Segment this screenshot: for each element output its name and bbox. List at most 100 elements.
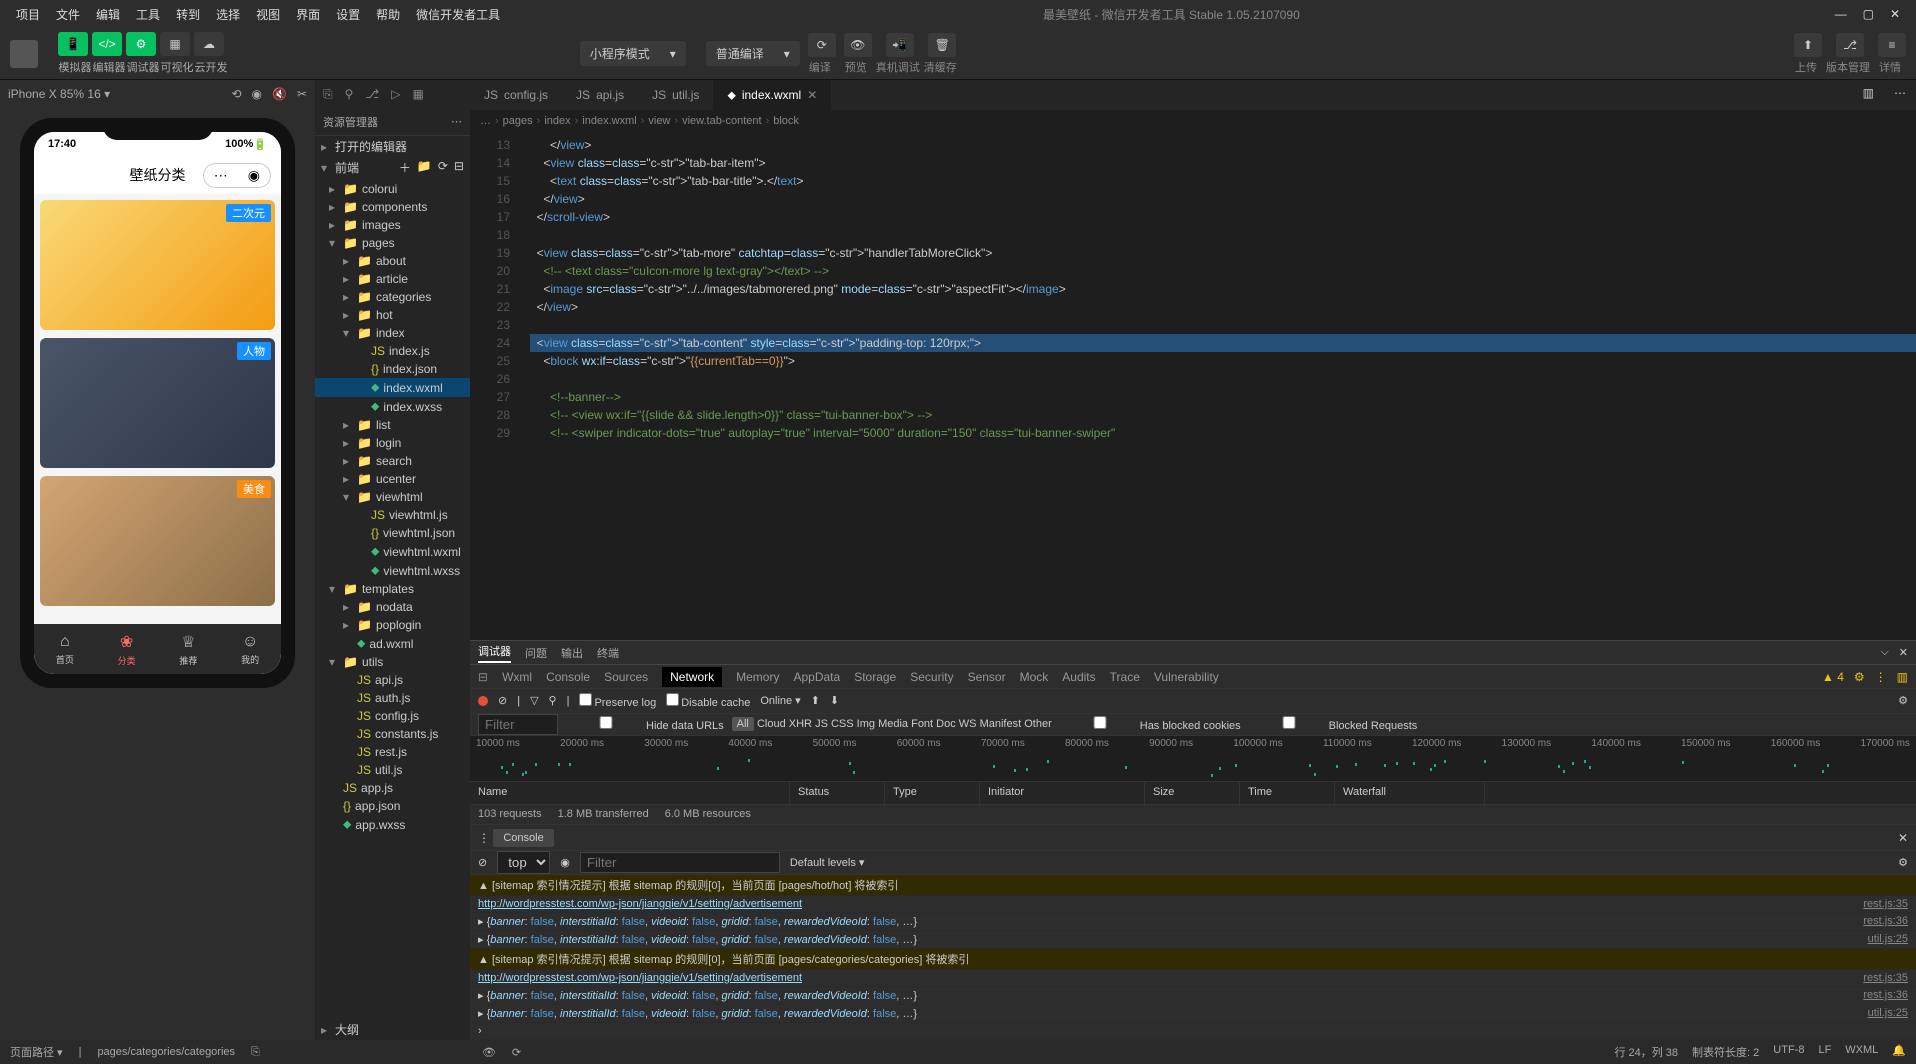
collapse-icon[interactable]: ⊟: [454, 159, 464, 176]
page-path-label[interactable]: 页面路径 ▾: [10, 1044, 63, 1060]
split-editor-icon[interactable]: ▥: [1853, 80, 1884, 110]
column-header[interactable]: Status: [790, 782, 885, 803]
breadcrumb-item[interactable]: …: [480, 115, 491, 127]
editor-tab[interactable]: JSapi.js: [562, 80, 638, 110]
tree-item[interactable]: ▸📁nodata: [315, 598, 470, 616]
tree-item[interactable]: ▾📁viewhtml: [315, 488, 470, 506]
devtools-panel-tab[interactable]: Audits: [1062, 670, 1095, 684]
tree-item[interactable]: ⬥index.wxml: [315, 378, 470, 397]
filter-type[interactable]: Img: [857, 718, 875, 730]
tree-item[interactable]: ▸📁hot: [315, 306, 470, 324]
new-folder-icon[interactable]: 📁: [417, 159, 432, 176]
breadcrumb-item[interactable]: view: [648, 115, 670, 127]
log-source[interactable]: rest.js:36: [1863, 989, 1908, 1002]
devtools-panel-tab[interactable]: Memory: [736, 670, 779, 684]
filter-type[interactable]: Media: [878, 718, 908, 730]
log-entry[interactable]: ▸ {banner: false, interstitialId: false,…: [470, 1005, 1916, 1023]
page-path[interactable]: pages/categories/categories: [97, 1046, 235, 1058]
tree-item[interactable]: JSauth.js: [315, 689, 470, 707]
devtools-tab[interactable]: 调试器: [478, 643, 511, 663]
eye-icon[interactable]: ◉: [560, 856, 570, 869]
network-timeline[interactable]: 10000 ms20000 ms30000 ms40000 ms50000 ms…: [470, 736, 1916, 782]
filter-type[interactable]: WS: [959, 718, 977, 730]
editor-tab[interactable]: JSconfig.js: [470, 80, 562, 110]
user-avatar[interactable]: [10, 40, 38, 68]
search-icon[interactable]: ⚲: [549, 694, 557, 707]
devtools-panel-tab[interactable]: Mock: [1020, 670, 1049, 684]
column-header[interactable]: Time: [1240, 782, 1335, 803]
remote-debug-button[interactable]: 📲: [886, 33, 914, 57]
preserve-log-checkbox[interactable]: Preserve log: [579, 693, 656, 709]
preview-icon[interactable]: 👁: [482, 1046, 496, 1059]
devtools-panel-tab[interactable]: Wxml: [502, 670, 532, 684]
close-icon[interactable]: ✕: [1890, 7, 1900, 21]
tree-item[interactable]: ▸📁search: [315, 452, 470, 470]
column-header[interactable]: Size: [1145, 782, 1240, 803]
language-mode[interactable]: WXML: [1845, 1044, 1878, 1060]
tree-item[interactable]: ⬥ad.wxml: [315, 634, 470, 653]
log-source[interactable]: util.js:25: [1868, 933, 1908, 946]
tabbar-item[interactable]: ❀分类: [96, 624, 158, 674]
tree-item[interactable]: ⬥index.wxss: [315, 397, 470, 416]
section-root[interactable]: ▾前端 ＋ 📁 ⟳ ⊟: [315, 157, 470, 178]
git-icon[interactable]: ⎇: [365, 87, 379, 101]
filter-input[interactable]: [478, 714, 558, 735]
breadcrumb-item[interactable]: pages: [503, 115, 533, 127]
more-icon[interactable]: ⋯: [451, 115, 462, 128]
devtools-tab[interactable]: 输出: [561, 645, 583, 661]
menu-item[interactable]: 界面: [288, 8, 328, 22]
wallpaper-card[interactable]: 二次元: [40, 200, 275, 330]
filter-type[interactable]: Font: [911, 718, 933, 730]
filter-type[interactable]: Doc: [936, 718, 956, 730]
breadcrumb-item[interactable]: index: [544, 115, 570, 127]
settings-icon[interactable]: ⚙: [1898, 694, 1908, 707]
tree-item[interactable]: JSviewhtml.js: [315, 506, 470, 524]
breadcrumb-item[interactable]: view.tab-content: [682, 115, 762, 127]
filter-type[interactable]: Manifest: [980, 718, 1022, 730]
tree-item[interactable]: ▸📁login: [315, 434, 470, 452]
tree-item[interactable]: JSconfig.js: [315, 707, 470, 725]
menu-item[interactable]: 视图: [248, 8, 288, 22]
tree-item[interactable]: JSindex.js: [315, 342, 470, 360]
throttle-select[interactable]: Online ▾: [760, 694, 800, 707]
filter-type[interactable]: XHR: [789, 718, 812, 730]
log-source[interactable]: util.js:25: [1868, 1007, 1908, 1020]
compile-select[interactable]: 普通编译▾: [706, 41, 800, 66]
tree-item[interactable]: ⬥viewhtml.wxss: [315, 561, 470, 580]
tree-item[interactable]: ⬥app.wxss: [315, 815, 470, 834]
debug-icon[interactable]: ▷: [391, 87, 400, 101]
tree-item[interactable]: JSconstants.js: [315, 725, 470, 743]
levels-select[interactable]: Default levels ▾: [790, 856, 865, 869]
devtools-tab[interactable]: 终端: [597, 645, 619, 661]
tree-item[interactable]: JSapi.js: [315, 671, 470, 689]
mode-select[interactable]: 小程序模式▾: [580, 41, 686, 66]
close-tab-icon[interactable]: ✕: [807, 88, 817, 102]
wallpaper-card[interactable]: 美食: [40, 476, 275, 606]
capsule-close-icon[interactable]: ◉: [238, 164, 270, 187]
extensions-icon[interactable]: ▦: [412, 87, 423, 101]
tree-item[interactable]: ▸📁categories: [315, 288, 470, 306]
devtools-panel-tab[interactable]: Console: [546, 670, 590, 684]
screenshot-icon[interactable]: ✂: [297, 87, 307, 101]
version-button[interactable]: ⎇: [1836, 33, 1864, 57]
tabbar-item[interactable]: ♕推荐: [158, 624, 220, 674]
tree-item[interactable]: ▸📁images: [315, 216, 470, 234]
log-source[interactable]: rest.js:35: [1863, 898, 1908, 910]
column-header[interactable]: Name: [470, 782, 790, 803]
copy-path-icon[interactable]: ⎘: [251, 1046, 260, 1059]
section-open-editors[interactable]: ▸打开的编辑器: [315, 136, 470, 157]
console-output[interactable]: ▲ [sitemap 索引情况提示] 根据 sitemap 的规则[0]，当前页…: [470, 875, 1916, 1040]
record-button[interactable]: [478, 696, 488, 706]
devtools-panel-tab[interactable]: Network: [662, 667, 722, 687]
log-entry[interactable]: ▸ {banner: false, interstitialId: false,…: [470, 913, 1916, 931]
filter-type[interactable]: JS: [815, 718, 828, 730]
tree-item[interactable]: ▾📁utils: [315, 653, 470, 671]
breadcrumb-item[interactable]: index.wxml: [582, 115, 636, 127]
upload-icon[interactable]: ⬆: [811, 694, 820, 707]
tree-item[interactable]: JSapp.js: [315, 779, 470, 797]
home-icon[interactable]: ◉: [252, 87, 262, 101]
tree-item[interactable]: ▾📁index: [315, 324, 470, 342]
hide-data-urls-checkbox[interactable]: Hide data URLs: [566, 716, 724, 732]
cursor-position[interactable]: 行 24，列 38: [1614, 1044, 1678, 1060]
log-source[interactable]: rest.js:35: [1863, 972, 1908, 984]
